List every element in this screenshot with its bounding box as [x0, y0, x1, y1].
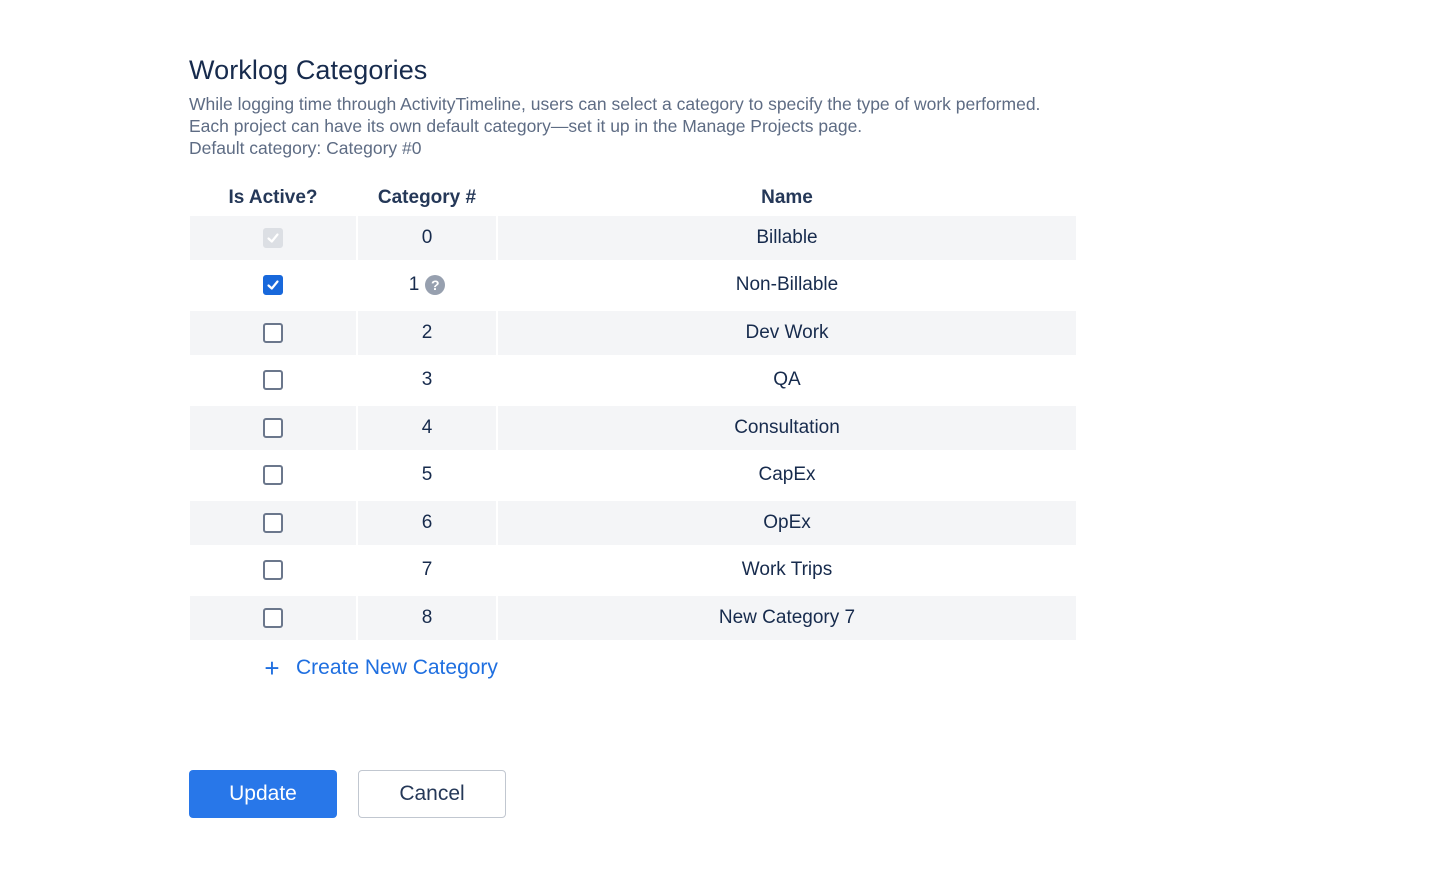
category-name[interactable]: New Category 7	[498, 596, 1076, 640]
table-row: 3 QA	[190, 359, 1076, 403]
table-row: 0 Billable	[190, 216, 1076, 260]
category-name[interactable]: Billable	[498, 216, 1076, 260]
cell-is-active	[190, 501, 356, 545]
page-title: Worklog Categories	[189, 55, 428, 85]
header-name: Name	[761, 187, 813, 208]
table-row: 1? Non-Billable	[190, 264, 1076, 308]
category-name[interactable]: Work Trips	[498, 549, 1076, 593]
category-number-wrap: 3	[422, 369, 433, 391]
description-line-2: Each project can have its own default ca…	[189, 116, 863, 136]
table-row: 6 OpEx	[190, 501, 1076, 545]
category-number: 8	[421, 606, 433, 628]
table-row: 5 CapEx	[190, 454, 1076, 498]
default-category-text: Default category: Category #0	[189, 138, 422, 158]
cell-is-active	[190, 359, 356, 403]
active-checkbox[interactable]	[263, 607, 283, 628]
active-checkbox[interactable]	[263, 560, 283, 581]
active-checkbox[interactable]	[263, 370, 283, 391]
table-header: Is Active? Category # Name	[190, 180, 1076, 216]
cell-category-number: 6	[358, 501, 496, 545]
cell-is-active	[190, 406, 356, 450]
cell-is-active	[190, 549, 356, 593]
cell-category-number: 3	[358, 359, 496, 403]
cell-category-number: 8	[358, 596, 496, 640]
active-checkbox[interactable]	[263, 512, 283, 533]
category-name[interactable]: Dev Work	[498, 311, 1076, 355]
cell-category-number: 5	[358, 454, 496, 498]
category-number-wrap: 6	[422, 512, 433, 534]
update-button[interactable]: Update	[189, 770, 337, 818]
header-category-number: Category #	[377, 187, 477, 208]
category-number-wrap: 4	[422, 417, 433, 439]
cell-category-number: 1?	[358, 264, 496, 308]
description-line-1: While logging time through ActivityTimel…	[189, 94, 1041, 114]
category-number: 0	[421, 226, 433, 248]
create-new-category-link[interactable]: + Create New Category	[262, 655, 498, 681]
cancel-button[interactable]: Cancel	[358, 770, 506, 818]
category-name[interactable]: Non-Billable	[498, 264, 1076, 308]
category-number-wrap: 2	[422, 322, 433, 344]
category-number: 1	[408, 274, 420, 296]
cell-category-number: 2	[358, 311, 496, 355]
table-row: 4 Consultation	[190, 406, 1076, 450]
help-icon[interactable]: ?	[425, 275, 446, 296]
category-number: 6	[421, 511, 433, 533]
cell-is-active	[190, 596, 356, 640]
header-is-active: Is Active?	[228, 187, 318, 208]
cell-is-active	[190, 216, 356, 260]
page-description: While logging time through ActivityTimel…	[189, 93, 1040, 159]
cell-category-number: 7	[358, 549, 496, 593]
table-body: 0 Billable 1? Non-Billable 2 Dev Work 3 QA 4 Cons…	[190, 216, 1076, 640]
category-number: 2	[421, 321, 433, 343]
cell-category-number: 4	[358, 406, 496, 450]
category-number-wrap: 1?	[409, 274, 446, 296]
create-new-category-label: Create New Category	[296, 656, 498, 679]
category-name[interactable]: Consultation	[498, 406, 1076, 450]
active-checkbox	[263, 227, 283, 248]
category-number: 5	[421, 464, 433, 486]
active-checkbox[interactable]	[263, 275, 283, 296]
category-number-wrap: 7	[422, 559, 433, 581]
active-checkbox[interactable]	[263, 465, 283, 486]
category-number-wrap: 0	[422, 227, 433, 249]
table-row: 2 Dev Work	[190, 311, 1076, 355]
category-number: 7	[421, 559, 433, 581]
category-name[interactable]: OpEx	[498, 501, 1076, 545]
cell-is-active	[190, 264, 356, 308]
cell-is-active	[190, 311, 356, 355]
category-number: 3	[421, 369, 433, 391]
cell-category-number: 0	[358, 216, 496, 260]
active-checkbox[interactable]	[263, 322, 283, 343]
table-row: 8 New Category 7	[190, 596, 1076, 640]
plus-icon: +	[264, 653, 280, 683]
category-name[interactable]: QA	[498, 359, 1076, 403]
category-number-wrap: 8	[422, 607, 433, 629]
active-checkbox[interactable]	[263, 417, 283, 438]
category-number: 4	[421, 416, 433, 438]
table-row: 7 Work Trips	[190, 549, 1076, 593]
categories-table: Is Active? Category # Name 0 Billable 1? No…	[190, 180, 1076, 640]
cell-is-active	[190, 454, 356, 498]
category-number-wrap: 5	[422, 464, 433, 486]
worklog-categories-page: Worklog Categories While logging time th…	[0, 0, 1440, 880]
category-name[interactable]: CapEx	[498, 454, 1076, 498]
